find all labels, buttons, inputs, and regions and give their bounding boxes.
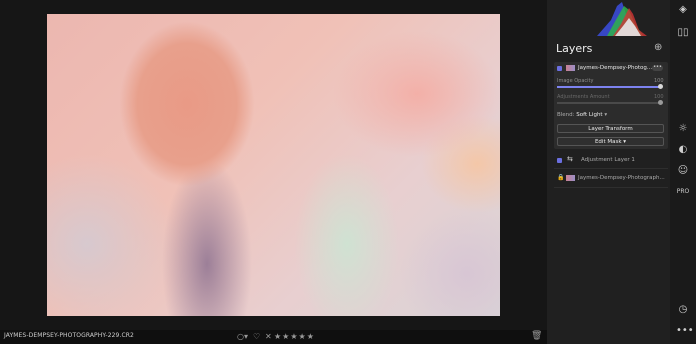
color-label-icon[interactable]: ○▾: [237, 331, 248, 342]
divider: [554, 187, 668, 188]
history-icon[interactable]: ◷: [676, 303, 690, 317]
plus-icon[interactable]: ⊕: [654, 42, 662, 53]
pro-icon[interactable]: PRO: [676, 185, 690, 199]
divider: [554, 168, 668, 169]
filename-label: JAYMES-DEMPSEY-PHOTOGRAPHY-229.CR2: [4, 332, 134, 339]
blend-value: Soft Light: [576, 112, 603, 118]
status-bar: JAYMES-DEMPSEY-PHOTOGRAPHY-229.CR2 ○▾ ♡ …: [0, 330, 547, 344]
rating-stars[interactable]: ★★★★★: [274, 331, 315, 342]
more-icon[interactable]: •••: [676, 324, 694, 338]
layers-title: Layers: [556, 42, 593, 55]
layer-thumbnail: [566, 65, 575, 71]
image-canvas: [0, 0, 547, 330]
image-opacity-knob[interactable]: [658, 84, 663, 89]
edit-mask-button[interactable]: Edit Mask ▾: [557, 137, 664, 146]
adjustments-icon: ⇆: [567, 155, 573, 163]
adjustment-layer-row[interactable]: ⇆ Adjustment Layer 1: [554, 155, 668, 167]
photo-preview[interactable]: [47, 14, 500, 316]
adjustment-layer-name: Adjustment Layer 1: [581, 157, 635, 163]
chevron-down-icon: ▾: [604, 112, 608, 118]
active-layer-name: Jaymes-Dempsey-Photog...: [578, 65, 653, 71]
heart-icon[interactable]: ♡: [253, 331, 260, 342]
active-layer-card[interactable]: Jaymes-Dempsey-Photog... ••• Image Opaci…: [554, 62, 668, 149]
chevron-down-icon: ▾: [623, 139, 627, 145]
base-layer-name: Jaymes-Dempsey-Photograph...: [578, 175, 665, 181]
face-icon[interactable]: ☺: [676, 164, 690, 178]
adjustments-amount-slider[interactable]: [557, 102, 661, 104]
sun-icon[interactable]: ☼: [676, 122, 690, 136]
trash-icon[interactable]: 🗑: [531, 331, 542, 341]
layers-icon[interactable]: ◈: [676, 3, 690, 17]
blend-label: Blend:: [557, 112, 575, 118]
blend-mode-select[interactable]: Blend: Soft Light ▾: [557, 112, 607, 118]
edit-mask-label: Edit Mask: [594, 139, 622, 145]
image-opacity-fill: [557, 86, 661, 88]
histogram: [597, 2, 647, 36]
reject-icon[interactable]: ✕: [265, 331, 272, 342]
adjustments-amount-label: Adjustments Amount: [557, 94, 610, 100]
layers-panel: Layers ⊕ Jaymes-Dempsey-Photog... ••• Im…: [547, 0, 670, 344]
adjustment-layer-checkbox[interactable]: [557, 158, 562, 163]
compare-icon[interactable]: ▯▯: [676, 26, 690, 40]
adjustments-amount-value: 100: [654, 94, 664, 100]
palette-icon[interactable]: ◐: [676, 143, 690, 157]
lock-icon: 🔒: [557, 174, 565, 181]
right-tool-rail: ◈ ▯▯ ☼ ◐ ☺ PRO ◷ •••: [670, 0, 696, 344]
adjustments-amount-knob[interactable]: [658, 100, 663, 105]
image-opacity-value: 100: [654, 78, 664, 84]
more-options-icon[interactable]: •••: [652, 65, 663, 71]
base-layer-row[interactable]: 🔒 Jaymes-Dempsey-Photograph...: [554, 173, 668, 185]
layer-transform-button[interactable]: Layer Transform: [557, 124, 664, 133]
base-layer-thumbnail: [566, 175, 575, 181]
image-opacity-label: Image Opacity: [557, 78, 594, 84]
layer-visibility-checkbox[interactable]: [557, 66, 562, 71]
